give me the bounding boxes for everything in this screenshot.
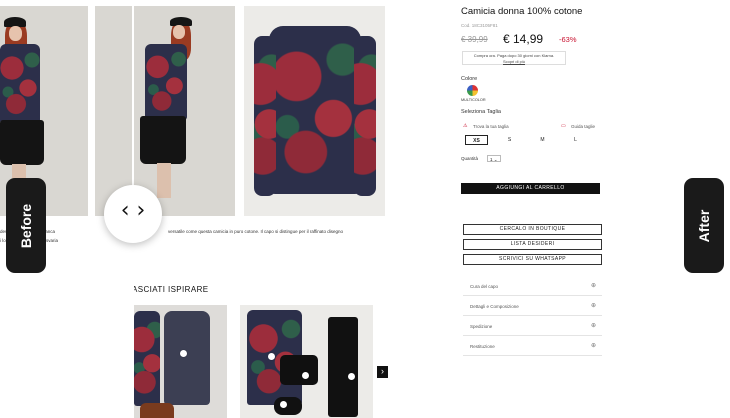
discount-badge: -63% [559, 35, 577, 44]
product-photo-2[interactable] [95, 6, 235, 216]
hotspot-dot[interactable] [302, 372, 309, 379]
look-shoe [274, 397, 302, 415]
model-shirt [145, 44, 187, 120]
add-to-cart-button[interactable]: AGGIUNGI AL CARRELLO [461, 183, 600, 194]
accordion-label: Dettagli e Composizione [470, 304, 519, 309]
find-in-boutique-button[interactable]: CERCALO IN BOUTIQUE [463, 224, 602, 235]
look-shirt [134, 311, 160, 406]
plus-icon: ⊕ [590, 343, 596, 349]
shirt-flatlay [269, 26, 361, 194]
hotspot-dot[interactable] [280, 401, 287, 408]
product-photo-3[interactable] [244, 6, 385, 216]
product-title: Camicia donna 100% cotone [461, 6, 583, 17]
quantity-select[interactable]: 1 ⌄ [487, 155, 501, 162]
inspire-look-1[interactable] [134, 305, 227, 418]
inspire-look-2[interactable] [240, 305, 373, 418]
after-text: After [696, 209, 712, 242]
model-face [173, 25, 185, 39]
accordion-label: Spedizione [470, 324, 493, 329]
model-face [9, 26, 22, 41]
model-skirt [0, 120, 44, 165]
old-price: € 39,99 [461, 35, 488, 44]
compare-slider-handle[interactable]: ‹ › [104, 185, 162, 243]
accordion-shipping[interactable]: Spedizione ⊕ [463, 317, 602, 336]
hotspot-dot[interactable] [268, 353, 275, 360]
product-code: Cod. 18C3105F81 [461, 23, 498, 28]
size-option-l[interactable]: L [564, 135, 587, 145]
plus-icon: ⊕ [590, 283, 596, 289]
accordion-care[interactable]: Cura del capo ⊕ [463, 277, 602, 296]
size-guide-link[interactable]: Guida taglie [571, 124, 595, 129]
look-bag [280, 355, 318, 385]
accordion-returns[interactable]: Restituzione ⊕ [463, 337, 602, 356]
model-skirt [140, 116, 186, 164]
find-size-link[interactable]: Trova la tua taglia [473, 124, 509, 129]
shirt-sleeve-left [254, 36, 276, 196]
klarna-link[interactable]: Scopri di più [463, 59, 565, 65]
accordion-label: Cura del capo [470, 284, 499, 289]
color-label: Colore [461, 76, 478, 82]
description-right: versatile come questa camicia in puro co… [168, 229, 344, 234]
accordion-details[interactable]: Dettagli e Composizione ⊕ [463, 297, 602, 316]
look-trousers [328, 317, 358, 417]
quantity-label: Quantità [461, 156, 479, 161]
ruler-icon: ⚠ [463, 123, 468, 129]
plus-icon: ⊕ [590, 303, 596, 309]
model-shirt [0, 44, 40, 124]
size-label: Seleziona Taglia [461, 109, 501, 115]
size-guide-icon: ▭ [561, 123, 566, 129]
carousel-next-button[interactable]: › [377, 366, 388, 378]
hotspot-dot[interactable] [348, 373, 355, 380]
look-bag [140, 403, 174, 418]
look-skirt [164, 311, 210, 405]
hotspot-dot[interactable] [180, 350, 187, 357]
wishlist-button[interactable]: LISTA DESIDERI [463, 239, 602, 250]
before-text: Before [18, 203, 34, 248]
current-price: € 14,99 [503, 32, 544, 46]
size-option-xs[interactable]: XS [465, 135, 488, 145]
inspire-heading: ASCIATI ISPIRARE [132, 285, 209, 294]
after-label: After [684, 178, 724, 273]
shirt-sleeve-right [354, 36, 376, 196]
size-option-s[interactable]: S [498, 135, 521, 145]
accordion-label: Restituzione [470, 344, 495, 349]
model-legs [157, 163, 171, 198]
color-value: MULTICOLOR [461, 98, 486, 102]
klarna-banner[interactable]: Compra ora. Paga dopo 30 giorni con Klar… [462, 51, 566, 65]
color-swatch-multicolor[interactable] [467, 85, 478, 96]
chevrons-icon: ‹ › [120, 198, 146, 223]
before-label: Before [6, 178, 46, 273]
whatsapp-button[interactable]: SCRIVICI SU WHATSAPP [463, 254, 602, 265]
size-option-m[interactable]: M [531, 135, 554, 145]
plus-icon: ⊕ [590, 323, 596, 329]
